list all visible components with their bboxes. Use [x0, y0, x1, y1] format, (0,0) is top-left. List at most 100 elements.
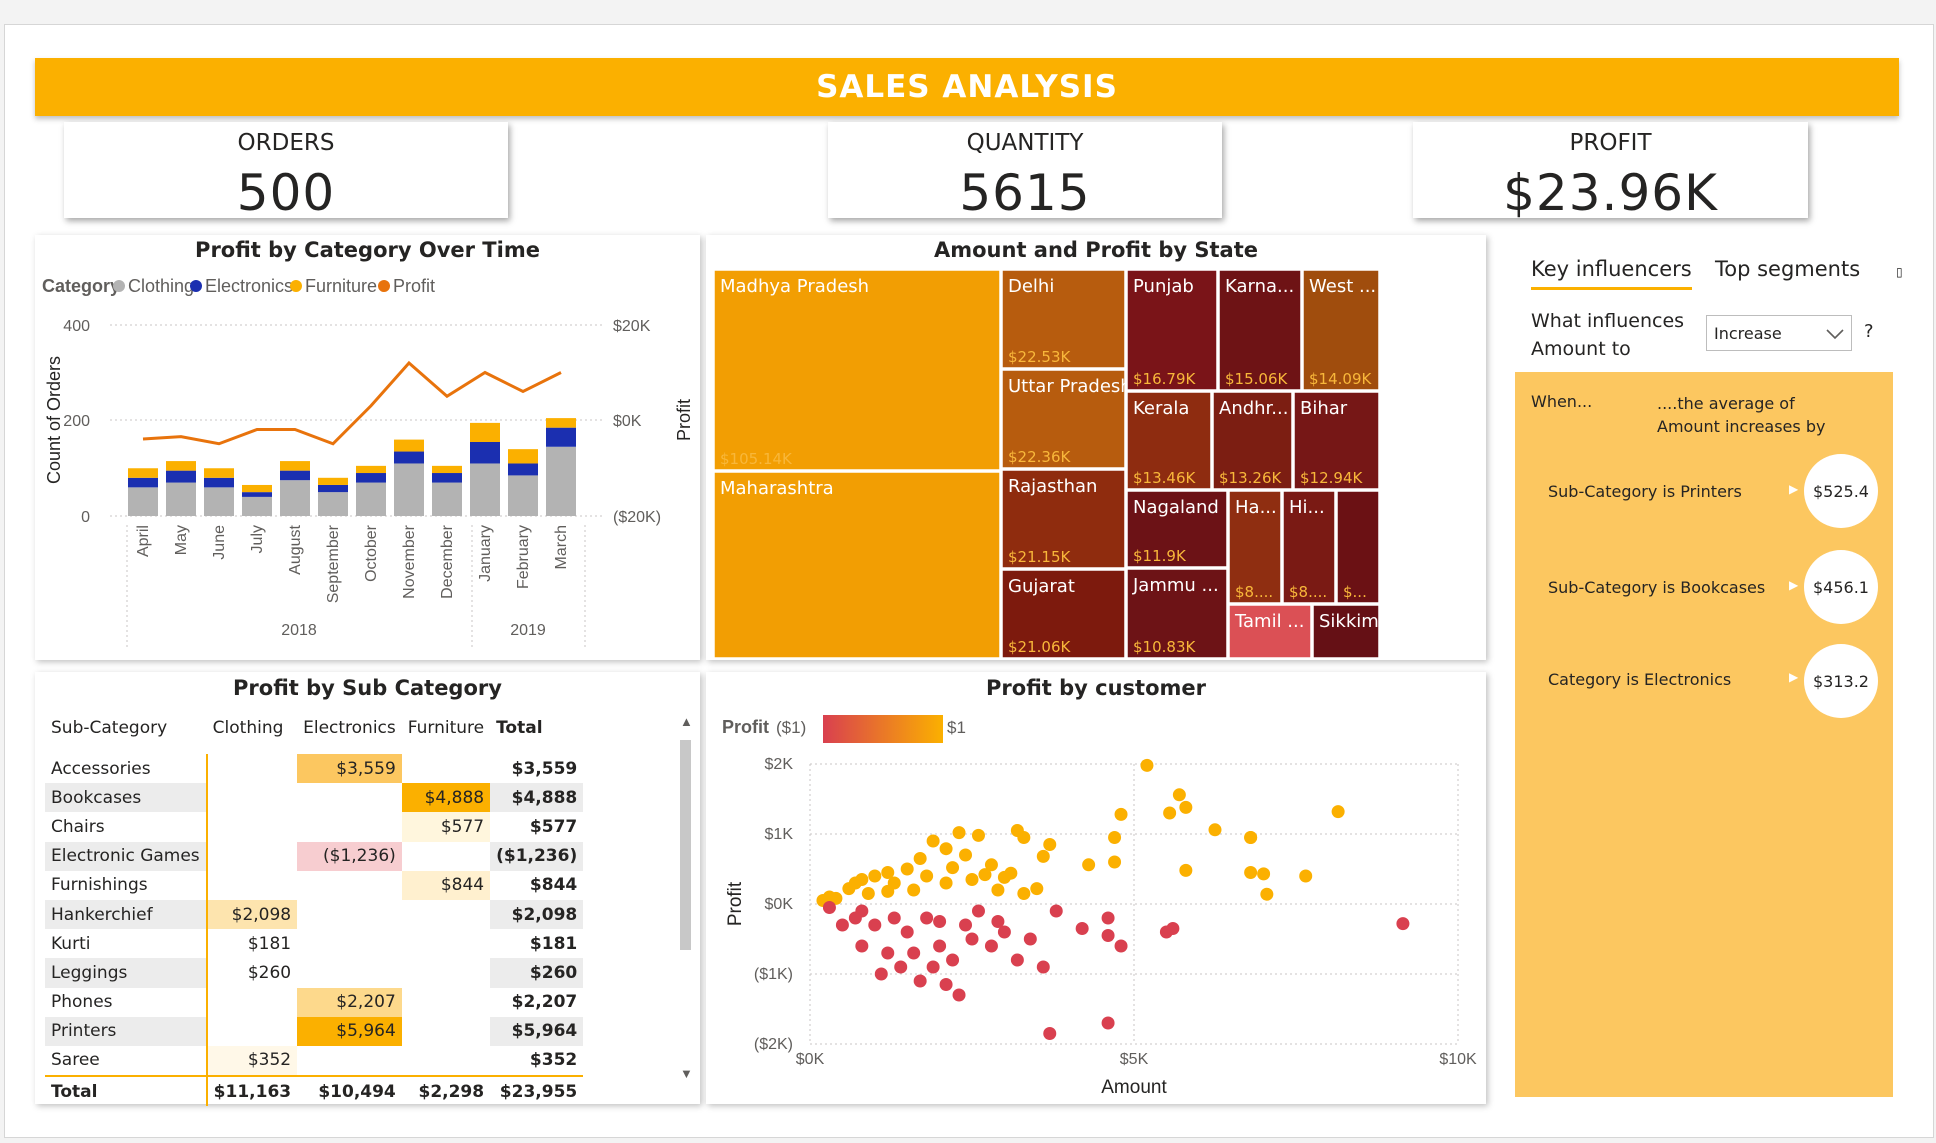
col-header-total[interactable]: Total: [490, 712, 583, 754]
scatter-point: [1166, 922, 1180, 935]
cell-total: $2,098: [490, 899, 584, 930]
cell-name: Electronic Games: [45, 841, 208, 871]
scatter-point: [1108, 831, 1122, 844]
x-tick: $0K: [796, 1051, 825, 1068]
scatter-point: [1017, 831, 1031, 844]
scatter-svg: Profit ($1) $1 $2K $1K $0K ($1K) ($2K) $…: [722, 715, 1477, 1098]
table-row[interactable]: Kurti $181 $181: [45, 929, 583, 959]
scatter-point: [1075, 922, 1089, 935]
bar-segment: [394, 451, 424, 464]
cell-furniture: [402, 958, 490, 987]
table-row[interactable]: Printers $5,964 $5,964: [45, 1016, 584, 1046]
bar-segment: [470, 441, 500, 464]
table-scrollbar[interactable]: ▲ ▼: [677, 712, 693, 1094]
table-row[interactable]: Chairs $577 $577: [45, 812, 583, 842]
cell-name: Kurti: [45, 929, 208, 959]
treemap-tile-label: West ...: [1309, 276, 1376, 297]
cell-name: Saree: [45, 1045, 208, 1077]
kpi-quantity-card[interactable]: QUANTITY 5615: [828, 122, 1222, 222]
y-tick: $1K: [765, 826, 794, 843]
bar-segment: [204, 487, 234, 516]
scatter-point: [907, 946, 921, 960]
arrow-icon: ▶: [1789, 482, 1799, 496]
bar-segment: [546, 446, 576, 516]
table-row[interactable]: Electronic Games ($1,236) ($1,236): [45, 841, 584, 871]
total-name: Total: [45, 1075, 208, 1107]
legend-marker: [290, 280, 302, 292]
x-tick-label: June: [211, 525, 228, 560]
cell-total: $577: [529, 816, 578, 837]
treemap-panel[interactable]: Amount and Profit by State Madhya Prades…: [706, 235, 1486, 660]
table-row[interactable]: Accessories $3,559 $3,559: [45, 754, 583, 784]
table-row[interactable]: Furnishings $844 $844: [45, 870, 583, 900]
scatter-panel[interactable]: Profit by customer Profit ($1) $1 $2K $1…: [706, 672, 1486, 1104]
table-row[interactable]: Phones $2,207 $2,207: [45, 987, 583, 1017]
scatter-point: [1023, 932, 1037, 946]
kpi-orders-card[interactable]: ORDERS 500: [64, 122, 508, 222]
x-tick-label: August: [287, 524, 304, 574]
x-tick-label: December: [439, 524, 456, 598]
ki-when: When...: [1531, 392, 1593, 411]
table-row[interactable]: Hankerchief $2,098 $2,098: [45, 899, 584, 930]
treemap-tile-label: Punjab: [1133, 276, 1194, 297]
scroll-up-icon[interactable]: ▲: [680, 714, 693, 729]
col-header-electronics[interactable]: Electronics: [297, 712, 402, 754]
treemap-tile-value: $22.36K: [1008, 448, 1071, 466]
y-left-tick: 0: [81, 509, 90, 526]
bar-segment: [432, 473, 462, 483]
bar-segment: [470, 422, 500, 442]
kpi-quantity-label: QUANTITY: [966, 130, 1084, 156]
col-header-furniture[interactable]: Furniture: [402, 712, 490, 754]
year-label: 2018: [281, 622, 317, 639]
scatter-point: [920, 869, 934, 883]
influencer-label[interactable]: Sub-Category is Bookcases: [1548, 578, 1765, 597]
table-row[interactable]: Bookcases $4,888 $4,888: [45, 783, 584, 813]
legend-item-label: Furniture: [305, 276, 377, 296]
scrollbar-thumb[interactable]: [680, 740, 691, 950]
scatter-point: [933, 915, 947, 928]
influencer-label[interactable]: Sub-Category is Printers: [1548, 482, 1742, 501]
scatter-point: [965, 932, 979, 946]
cell-total: $181: [529, 933, 578, 954]
cell-clothing: [207, 783, 297, 812]
bar-segment: [546, 427, 576, 447]
scatter-legend-max: $1: [947, 718, 966, 737]
scatter-point: [926, 834, 940, 848]
influencer-label[interactable]: Category is Electronics: [1548, 670, 1731, 689]
scatter-point: [1101, 929, 1115, 942]
combo-chart-panel[interactable]: Profit by Category Over Time Category Cl…: [35, 235, 700, 660]
influencer-value[interactable]: $313.2: [1804, 644, 1878, 718]
cell-name: Bookcases: [45, 783, 208, 813]
cell-electronics: ($1,236): [297, 841, 402, 871]
scatter-point: [1036, 960, 1050, 974]
total-electronics: $10,494: [297, 1075, 402, 1107]
scatter-point: [978, 868, 992, 882]
subcat-panel[interactable]: Profit by Sub Category Sub-Category Clot…: [35, 672, 700, 1107]
table-total-row: Total $11,163 $10,494 $2,298 $23,955: [45, 1075, 584, 1107]
col-header-subcategory[interactable]: Sub-Category: [45, 712, 207, 754]
legend-item-label: Electronics: [205, 276, 293, 296]
scroll-down-icon[interactable]: ▼: [680, 1066, 693, 1081]
influencer-value[interactable]: $525.4: [1804, 454, 1878, 528]
increase-dropdown[interactable]: Increase: [1706, 315, 1852, 351]
bar-segment: [356, 482, 386, 516]
bar-segment: [356, 473, 386, 483]
scatter-point: [920, 911, 934, 925]
influencer-value[interactable]: $456.1: [1804, 550, 1878, 624]
table-row[interactable]: Leggings $260 $260: [45, 958, 584, 988]
cell-electronics: [297, 958, 402, 987]
ki-avg-text: ....the average of Amount increases by: [1657, 394, 1826, 436]
tab-top-segments[interactable]: Top segments: [1715, 257, 1860, 281]
bar-segment: [508, 449, 538, 464]
scatter-point: [848, 911, 862, 925]
scatter-point: [1030, 882, 1044, 896]
tab-key-influencers[interactable]: Key influencers: [1531, 257, 1692, 290]
help-icon[interactable]: ?: [1864, 321, 1874, 342]
kpi-profit-card[interactable]: PROFIT $23.96K: [1413, 122, 1808, 222]
table-row[interactable]: Saree $352 $352: [45, 1045, 583, 1077]
kpi-profit-label: PROFIT: [1569, 130, 1652, 156]
treemap-tile-value: $21.06K: [1008, 638, 1071, 656]
more-tabs-icon[interactable]: ▯: [1896, 265, 1903, 279]
x-tick: $5K: [1120, 1051, 1149, 1068]
col-header-clothing[interactable]: Clothing: [207, 712, 297, 754]
